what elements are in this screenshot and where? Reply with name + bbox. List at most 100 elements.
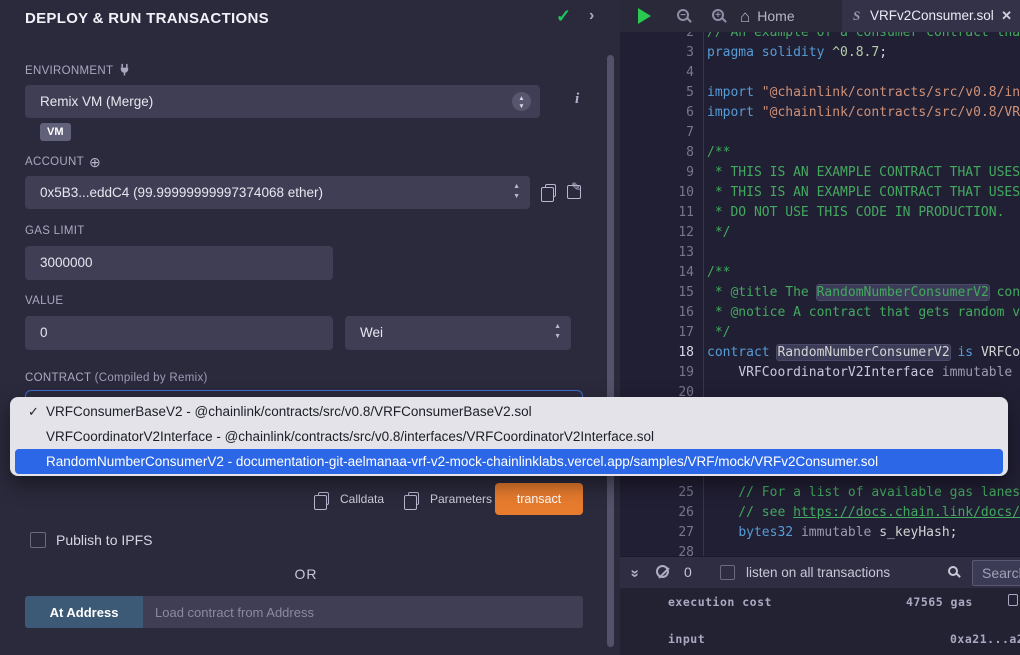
collapse-icon[interactable]: « xyxy=(626,569,643,577)
parameters-label[interactable]: Parameters xyxy=(430,492,492,506)
close-icon[interactable]: ✕ xyxy=(1001,8,1012,24)
line-number: 4 xyxy=(620,63,694,83)
listen-label: listen on all transactions xyxy=(746,565,890,580)
line-number: 8 xyxy=(620,143,694,163)
code-line: import "@chainlink/contracts/src/v0.8/in… xyxy=(707,83,1020,103)
at-address-button[interactable]: At Address xyxy=(25,596,143,628)
terminal-search-input[interactable] xyxy=(972,560,1020,586)
indent-guide xyxy=(703,32,704,556)
contract-dropdown-item[interactable]: ✓VRFConsumerBaseV2 - @chainlink/contract… xyxy=(10,399,1008,424)
zoom-in-icon[interactable]: + xyxy=(712,9,724,21)
chevron-updown-icon[interactable]: ▲▼ xyxy=(513,182,520,202)
tab-vrfv2consumer[interactable]: S VRFv2Consumer.sol ✕ xyxy=(842,0,1020,32)
chevron-updown-icon[interactable]: ▲▼ xyxy=(554,322,561,342)
block-icon[interactable] xyxy=(656,565,669,578)
deploy-actions-row: Calldata Parameters transact xyxy=(0,483,612,515)
contract-label: CONTRACT (Compiled by Remix) xyxy=(25,372,208,384)
code-line: * @notice A contract that gets random va… xyxy=(707,303,1020,323)
contract-dropdown-item-label: VRFCoordinatorV2Interface - @chainlink/c… xyxy=(46,429,654,444)
publish-ipfs-checkbox[interactable] xyxy=(30,532,46,548)
publish-ipfs-label: Publish to IPFS xyxy=(56,532,153,548)
line-number: 7 xyxy=(620,123,694,143)
line-number: 10 xyxy=(620,183,694,203)
value-unit: Wei xyxy=(360,325,383,340)
contract-dropdown-item-label: VRFConsumerBaseV2 - @chainlink/contracts… xyxy=(46,404,532,419)
line-number: 12 xyxy=(620,223,694,243)
code-line: * DO NOT USE THIS CODE IN PRODUCTION. xyxy=(707,203,1004,223)
code-line: */ xyxy=(707,223,730,243)
tab-label: VRFv2Consumer.sol xyxy=(870,8,994,23)
terminal-row-value: 47565 gas xyxy=(906,595,973,609)
code-line: contract RandomNumberConsumerV2 is VRFCo… xyxy=(707,343,1020,363)
chevron-right-icon[interactable]: › xyxy=(589,7,594,25)
line-number: 19 xyxy=(620,363,694,383)
environment-select[interactable]: Remix VM (Merge) ▲▼ xyxy=(25,85,540,118)
terminal-content: execution cost 47565 gas input 0xa21...a… xyxy=(620,588,1020,655)
account-select[interactable]: 0x5B3...eddC4 (99.99999999997374068 ethe… xyxy=(25,176,530,209)
environment-label: ENVIRONMENT xyxy=(25,63,131,79)
solidity-icon: S xyxy=(853,8,860,24)
editor-tabbar: − + ⌂Home S VRFv2Consumer.sol ✕ xyxy=(620,0,1020,32)
environment-value: Remix VM (Merge) xyxy=(40,94,153,109)
contract-dropdown-item[interactable]: RandomNumberConsumerV2 - documentation-g… xyxy=(15,449,1003,474)
line-number: 17 xyxy=(620,323,694,343)
copy-icon[interactable] xyxy=(545,184,556,197)
gas-limit-input[interactable]: 3000000 xyxy=(25,246,333,280)
contract-dropdown-item-label: RandomNumberConsumerV2 - documentation-g… xyxy=(46,454,878,469)
line-number: 28 xyxy=(620,543,694,556)
panel-title: DEPLOY & RUN TRANSACTIONS xyxy=(25,10,269,27)
line-number: 16 xyxy=(620,303,694,323)
line-number: 9 xyxy=(620,163,694,183)
deploy-run-panel: DEPLOY & RUN TRANSACTIONS ✓ › ENVIRONMEN… xyxy=(0,0,620,655)
play-icon[interactable] xyxy=(638,8,651,24)
chevron-updown-icon[interactable]: ▲▼ xyxy=(512,92,531,111)
terminal-bar: « 0 listen on all transactions xyxy=(620,556,1020,588)
line-number: 5 xyxy=(620,83,694,103)
code-line: */ xyxy=(707,323,730,343)
terminal-row-key: execution cost xyxy=(668,595,772,609)
plus-icon[interactable]: ⊕ xyxy=(89,154,101,171)
zoom-out-icon[interactable]: − xyxy=(677,9,689,21)
edit-icon[interactable] xyxy=(567,185,581,199)
code-line: /** xyxy=(707,143,730,163)
at-address-input[interactable] xyxy=(143,596,583,628)
code-line: pragma solidity ^0.8.7; xyxy=(707,43,887,63)
line-number: 15 xyxy=(620,283,694,303)
value-label: VALUE xyxy=(25,295,63,307)
copy-icon[interactable] xyxy=(1008,594,1018,606)
or-divider: OR xyxy=(0,566,612,582)
code-line: * @title The RandomNumberConsumerV2 cont… xyxy=(707,283,1020,303)
calldata-label[interactable]: Calldata xyxy=(340,492,384,506)
contract-dropdown-item[interactable]: VRFCoordinatorV2Interface - @chainlink/c… xyxy=(10,424,1008,449)
transact-button[interactable]: transact xyxy=(495,483,583,515)
vm-badge: VM xyxy=(40,123,71,141)
listen-checkbox[interactable] xyxy=(720,565,735,580)
code-line: bytes32 immutable s_keyHash; xyxy=(707,523,957,543)
code-line: * THIS IS AN EXAMPLE CONTRACT THAT USES … xyxy=(707,183,1020,203)
gas-limit-label: GAS LIMIT xyxy=(25,225,85,237)
editor-pane: 2// An example of a consumer contract th… xyxy=(620,0,1020,655)
copy-icon[interactable] xyxy=(318,492,329,505)
terminal-count: 0 xyxy=(684,564,692,580)
code-line: // An example of a consumer contract tha… xyxy=(707,32,1020,43)
account-label: ACCOUNT⊕ xyxy=(25,154,101,171)
info-icon[interactable]: i xyxy=(575,91,579,108)
copy-icon[interactable] xyxy=(408,492,419,505)
line-number: 25 xyxy=(620,483,694,503)
check-icon: ✓ xyxy=(556,6,571,27)
search-icon xyxy=(948,566,958,576)
line-number: 27 xyxy=(620,523,694,543)
panel-scrollbar[interactable] xyxy=(607,55,614,647)
plug-icon xyxy=(118,63,131,79)
code-editor[interactable]: 2// An example of a consumer contract th… xyxy=(620,32,1020,556)
code-line: // For a list of available gas lanes on … xyxy=(707,483,1020,503)
value-input[interactable]: 0 xyxy=(25,316,333,350)
line-number: 14 xyxy=(620,263,694,283)
line-number: 3 xyxy=(620,43,694,63)
line-number: 26 xyxy=(620,503,694,523)
line-number: 6 xyxy=(620,103,694,123)
tab-home[interactable]: ⌂Home xyxy=(740,0,795,32)
line-number: 11 xyxy=(620,203,694,223)
code-line: import "@chainlink/contracts/src/v0.8/VR… xyxy=(707,103,1020,123)
value-unit-select[interactable]: Wei ▲▼ xyxy=(345,316,571,350)
